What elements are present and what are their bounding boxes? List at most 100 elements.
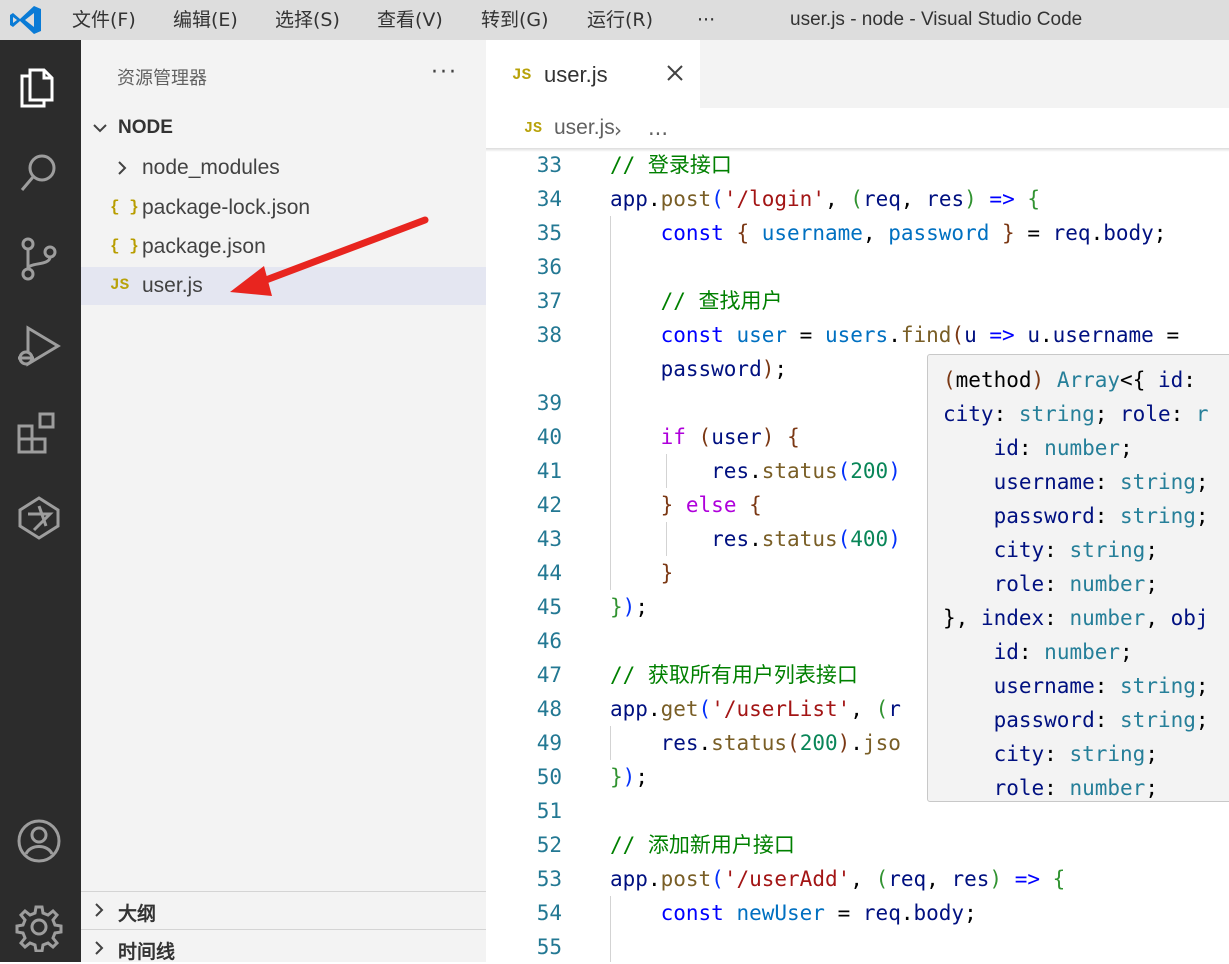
code-line-38: const user = users.find(u => u.username … <box>660 323 1180 347</box>
code-line-45: }); <box>610 595 648 619</box>
line-number: 45 <box>536 595 562 619</box>
breadcrumb: JS user.js › ... <box>486 108 1229 148</box>
hover-line: username: string; <box>993 470 1209 494</box>
json-file-icon: { } <box>110 237 139 255</box>
js-file-icon: JS <box>524 120 543 137</box>
hover-line: id: number; <box>993 436 1133 460</box>
hover-line: password: string; <box>993 708 1209 732</box>
files-icon[interactable] <box>14 62 64 112</box>
hover-line: role: number; <box>993 572 1158 596</box>
code-comment: // 查找用户 <box>660 289 783 313</box>
line-number: 42 <box>536 493 562 517</box>
hover-line: password: string; <box>993 504 1209 528</box>
hover-line: city: string; role: r <box>943 402 1209 426</box>
line-number: 52 <box>536 833 562 857</box>
vscode-logo-icon[interactable] <box>8 4 44 36</box>
code-line-44: } <box>660 561 674 585</box>
code-line-34: app.post('/login', (req, res) => { <box>610 187 1041 211</box>
hover-line: (method) Array<{ id: <box>943 368 1209 392</box>
breadcrumb-file[interactable]: user.js <box>554 116 615 140</box>
menu-selection[interactable]: 选择(S) <box>275 0 340 40</box>
code-comment: // 登录接口 <box>610 153 732 177</box>
explorer-sidebar: 资源管理器 ··· NODE node_modules { } package-… <box>81 40 486 964</box>
line-number: 48 <box>536 697 562 721</box>
code-line-41: res.status(200) <box>711 459 901 483</box>
hover-tooltip[interactable]: (method) Array<{ id: city: string; role:… <box>927 354 1229 802</box>
line-number: 55 <box>536 935 562 959</box>
line-number: 41 <box>536 459 562 483</box>
tab-user-js[interactable]: JS user.js <box>486 40 700 108</box>
breadcrumb-more[interactable]: ... <box>648 116 668 140</box>
menu-more[interactable]: ··· <box>697 0 715 40</box>
tree-item-label: node_modules <box>142 156 280 179</box>
folder-node-header[interactable]: NODE <box>81 113 486 143</box>
line-number: 38 <box>536 323 562 347</box>
extensions-icon[interactable] <box>14 406 64 456</box>
code-line-37: // 查找用户 <box>610 284 783 318</box>
line-number: 51 <box>536 799 562 823</box>
hover-line: city: string; <box>993 742 1158 766</box>
timeline-label: 时间线 <box>118 941 176 963</box>
line-number: 39 <box>536 391 562 415</box>
menu-view[interactable]: 查看(V) <box>377 0 443 40</box>
window-title: user.js - node - Visual Studio Code <box>790 9 1083 30</box>
code-comment: // 获取所有用户列表接口 <box>610 663 858 687</box>
timeline-panel-header[interactable]: 时间线 <box>81 929 486 964</box>
menu-edit[interactable]: 编辑(E) <box>173 0 238 40</box>
breadcrumb-separator: › <box>614 118 622 142</box>
code-line-53: app.post('/userAdd', (req, res) => { <box>610 867 1066 891</box>
ai-assistant-icon[interactable] <box>14 492 64 542</box>
code-line-42: } else { <box>660 493 762 517</box>
line-number: 43 <box>536 527 562 551</box>
annotation-arrow-icon <box>230 216 429 296</box>
json-file-icon: { } <box>110 198 139 216</box>
tree-item-node-modules[interactable]: node_modules <box>81 149 486 187</box>
hover-line: id: number; <box>993 640 1133 664</box>
line-number: 49 <box>536 731 562 755</box>
line-number: 33 <box>536 153 562 177</box>
js-file-icon: JS <box>512 66 532 84</box>
explorer-more-button[interactable]: ··· <box>431 60 458 85</box>
code-line-47: // 获取所有用户列表接口 <box>610 658 858 692</box>
code-line-40: if (user) { <box>660 425 800 449</box>
line-number: 44 <box>536 561 562 585</box>
scroll-shadow <box>486 148 1229 152</box>
line-number: 35 <box>536 221 562 245</box>
chevron-right-icon <box>95 941 104 955</box>
tab-label: user.js <box>544 62 608 87</box>
line-number: 36 <box>536 255 562 279</box>
code-line-49: res.status(200).jso <box>660 731 901 755</box>
chevron-down-icon <box>93 124 107 133</box>
outline-panel-header[interactable]: 大纲 <box>81 891 486 926</box>
menu-go[interactable]: 转到(G) <box>481 0 549 40</box>
account-icon[interactable] <box>14 816 64 866</box>
line-number: 50 <box>536 765 562 789</box>
code-line-38-wrap: password); <box>660 357 788 381</box>
editor-tab-bar: JS user.js <box>486 40 1229 108</box>
line-number: 40 <box>536 425 562 449</box>
tree-item-label: user.js <box>142 274 203 297</box>
menu-file[interactable]: 文件(F) <box>72 0 136 40</box>
code-line-52: // 添加新用户接口 <box>610 828 795 862</box>
close-icon[interactable] <box>664 62 686 84</box>
menu-run[interactable]: 运行(R) <box>587 0 653 40</box>
code-comment: // 添加新用户接口 <box>610 833 795 857</box>
hover-line: }, index: number, obj <box>943 606 1209 630</box>
hover-line: city: string; <box>993 538 1158 562</box>
activity-bar <box>0 40 81 962</box>
line-number: 54 <box>536 901 562 925</box>
chevron-right-icon <box>95 903 104 917</box>
line-number: 37 <box>536 289 562 313</box>
hover-line: role: number; <box>993 776 1158 800</box>
js-file-icon: JS <box>110 276 130 294</box>
run-debug-icon[interactable] <box>14 322 64 372</box>
line-number: 47 <box>536 663 562 687</box>
code-editor[interactable]: 33 34 35 36 37 38 39 40 41 42 43 44 45 4… <box>486 148 1229 962</box>
hover-line: username: string; <box>993 674 1209 698</box>
source-control-icon[interactable] <box>14 234 64 284</box>
settings-gear-icon[interactable] <box>14 902 64 952</box>
line-number: 53 <box>536 867 562 891</box>
code-line-50: }); <box>610 765 648 789</box>
search-icon[interactable] <box>14 148 64 198</box>
line-number: 34 <box>536 187 562 211</box>
